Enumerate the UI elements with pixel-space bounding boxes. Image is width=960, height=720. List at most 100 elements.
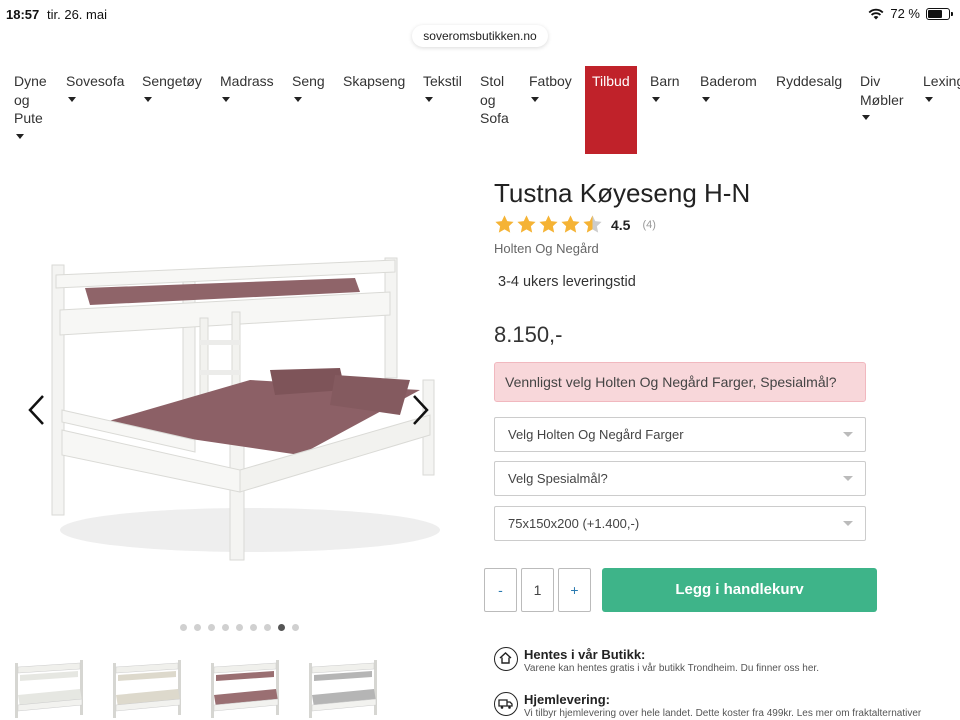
star-icon bbox=[583, 215, 602, 233]
nav-label: Stol bbox=[480, 73, 505, 89]
chevron-right-icon bbox=[413, 395, 429, 425]
special-size-select[interactable]: Velg Spesialmål? bbox=[494, 461, 866, 496]
quantity-decrease-button[interactable]: - bbox=[484, 568, 517, 612]
nav-item-div-møbler[interactable]: Div Møbler bbox=[860, 66, 904, 120]
rating-value: 4.5 bbox=[611, 216, 631, 233]
battery-fill bbox=[928, 9, 942, 18]
product-image[interactable] bbox=[0, 230, 460, 570]
gallery-dot[interactable] bbox=[236, 624, 243, 631]
caret-down-icon bbox=[652, 96, 660, 102]
gallery-dots bbox=[180, 624, 299, 631]
url-bar[interactable]: soveromsbutikken.no bbox=[412, 25, 548, 47]
rating-count[interactable]: (4) bbox=[642, 219, 655, 231]
gallery-dot[interactable] bbox=[264, 624, 271, 631]
gallery-thumbnail[interactable] bbox=[10, 655, 90, 720]
nav-item-stol-og-sofa[interactable]: Stol og Sofa bbox=[480, 66, 509, 128]
gallery-dot[interactable] bbox=[208, 624, 215, 631]
chevron-down-icon bbox=[843, 476, 853, 481]
main-nav: Dyne og Pute Sovesofa Sengetøy Madrass Seng Ska… bbox=[0, 66, 960, 156]
nav-item-ryddesalg[interactable]: Ryddesalg bbox=[776, 66, 842, 91]
caret-down-icon bbox=[222, 96, 230, 102]
store-icon bbox=[494, 647, 518, 671]
nav-label: Lexing bbox=[923, 73, 960, 89]
pickup-title: Hentes i vår Butikk: bbox=[524, 647, 646, 662]
nav-label: Madrass bbox=[220, 73, 274, 89]
nav-item-dyne-og-pute[interactable]: Dyne og Pute bbox=[14, 66, 47, 139]
quantity-input[interactable]: 1 bbox=[521, 568, 554, 612]
star-icon bbox=[561, 215, 580, 233]
nav-label: Div bbox=[860, 73, 881, 89]
gallery-thumbnails bbox=[10, 655, 384, 720]
nav-label: Barn bbox=[650, 73, 680, 89]
nav-label: og bbox=[480, 91, 496, 108]
color-select[interactable]: Velg Holten Og Negård Farger bbox=[494, 417, 866, 452]
nav-label: Sofa bbox=[480, 110, 509, 126]
caret-down-icon bbox=[16, 133, 24, 139]
gallery-dot[interactable] bbox=[250, 624, 257, 631]
nav-label: Tekstil bbox=[423, 73, 462, 89]
caret-down-icon bbox=[294, 96, 302, 102]
nav-item-madrass[interactable]: Madrass bbox=[220, 66, 274, 102]
chevron-down-icon bbox=[843, 432, 853, 437]
gallery-dot[interactable] bbox=[180, 624, 187, 631]
gallery-dot[interactable] bbox=[278, 624, 285, 631]
nav-label: Tilbud bbox=[592, 73, 630, 89]
gallery-next-arrow[interactable] bbox=[412, 394, 430, 426]
delivery-title: Hjemlevering: bbox=[524, 692, 610, 707]
caret-down-icon bbox=[702, 96, 710, 102]
nav-item-barn[interactable]: Barn bbox=[650, 66, 680, 102]
nav-item-tekstil[interactable]: Tekstil bbox=[423, 66, 462, 102]
size-select[interactable]: 75x150x200 (+1.400,-) bbox=[494, 506, 866, 541]
thumbnail-image bbox=[15, 660, 83, 718]
gallery-thumbnail[interactable] bbox=[206, 655, 286, 720]
chevron-down-icon bbox=[843, 521, 853, 526]
star-icon bbox=[495, 215, 514, 233]
nav-item-sovesofa[interactable]: Sovesofa bbox=[66, 66, 124, 102]
variant-alert: Vennligst velg Holten Og Negård Farger, … bbox=[494, 362, 866, 402]
product-rating[interactable]: 4.5 (4) bbox=[494, 214, 656, 235]
thumbnail-image bbox=[309, 660, 377, 718]
nav-item-baderom[interactable]: Baderom bbox=[700, 66, 757, 102]
gallery-dot[interactable] bbox=[194, 624, 201, 631]
battery-icon bbox=[926, 7, 953, 20]
status-time: 18:57 bbox=[6, 7, 40, 22]
pickup-text: Varene kan hentes gratis i vår butikk Tr… bbox=[524, 663, 819, 674]
nav-label: Ryddesalg bbox=[776, 73, 843, 89]
gallery-dot[interactable] bbox=[292, 624, 299, 631]
nav-label: Fatboy bbox=[529, 73, 572, 89]
nav-label: Baderom bbox=[700, 73, 757, 89]
nav-label: Sovesofa bbox=[66, 73, 125, 89]
nav-label: Dyne bbox=[14, 73, 47, 89]
product-brand[interactable]: Holten Og Negård bbox=[494, 241, 599, 256]
nav-item-fatboy[interactable]: Fatboy bbox=[529, 66, 572, 102]
chevron-left-icon bbox=[28, 395, 44, 425]
nav-item-skapseng[interactable]: Skapseng bbox=[343, 66, 405, 91]
nav-item-tilbud[interactable]: Tilbud bbox=[585, 66, 637, 154]
caret-down-icon bbox=[144, 96, 152, 102]
battery-percent: 72 % bbox=[890, 6, 920, 21]
wifi-icon bbox=[868, 8, 884, 19]
add-to-cart-button[interactable]: Legg i handlekurv bbox=[602, 568, 877, 612]
gallery-prev-arrow[interactable] bbox=[27, 394, 45, 426]
bunk-bed-image bbox=[51, 257, 440, 561]
quantity-increase-button[interactable]: + bbox=[558, 568, 591, 612]
nav-label: og bbox=[14, 91, 30, 108]
nav-label: Pute bbox=[14, 110, 43, 126]
nav-item-lexington[interactable]: Lexing bbox=[923, 66, 960, 102]
nav-item-seng[interactable]: Seng bbox=[292, 66, 325, 102]
size-select-value: 75x150x200 (+1.400,-) bbox=[508, 516, 640, 531]
gallery-thumbnail[interactable] bbox=[304, 655, 384, 720]
product-title: Tustna Køyeseng H-N bbox=[494, 178, 751, 208]
caret-down-icon bbox=[925, 96, 933, 102]
caret-down-icon bbox=[531, 96, 539, 102]
caret-down-icon bbox=[862, 115, 870, 120]
gallery-dot[interactable] bbox=[222, 624, 229, 631]
nav-label: Sengetøy bbox=[142, 73, 202, 89]
rating-stars bbox=[494, 214, 603, 235]
caret-down-icon bbox=[68, 96, 76, 102]
gallery-thumbnail[interactable] bbox=[108, 655, 188, 720]
product-price: 8.150,- bbox=[494, 322, 563, 347]
thumbnail-image bbox=[211, 660, 279, 718]
nav-item-sengetøy[interactable]: Sengetøy bbox=[142, 66, 202, 102]
star-icon bbox=[517, 215, 536, 233]
